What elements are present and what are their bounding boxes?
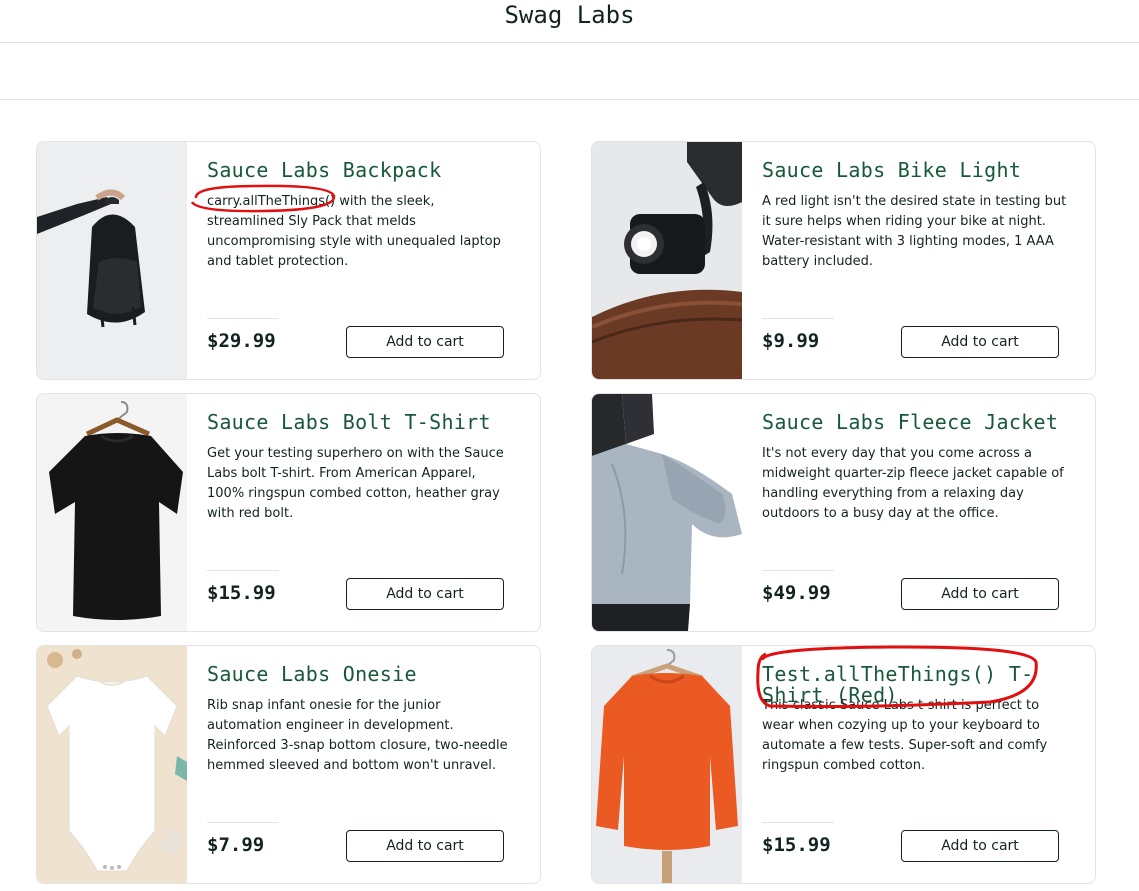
- product-name[interactable]: Sauce Labs Fleece Jacket: [762, 412, 1082, 433]
- add-to-cart-button[interactable]: Add to cart: [346, 326, 504, 358]
- product-name[interactable]: Sauce Labs Bike Light: [762, 160, 1082, 181]
- inventory-item: Test.allTheThings() T-Shirt (Red) This c…: [591, 645, 1096, 884]
- product-image-red-tshirt[interactable]: [592, 646, 742, 883]
- divider: [207, 318, 279, 319]
- divider: [207, 822, 279, 823]
- product-price: $7.99: [207, 834, 265, 856]
- product-description: Rib snap infant onesie for the junior au…: [207, 698, 508, 773]
- secondary-header: [0, 43, 1139, 100]
- inventory-item: Sauce Labs Onesie Rib snap infant onesie…: [36, 645, 541, 884]
- product-name[interactable]: Sauce Labs Backpack: [207, 160, 527, 181]
- add-to-cart-button[interactable]: Add to cart: [901, 326, 1059, 358]
- divider: [762, 570, 834, 571]
- add-to-cart-button[interactable]: Add to cart: [901, 578, 1059, 610]
- header: Swag Labs: [0, 0, 1139, 43]
- product-image-bike-light[interactable]: [592, 142, 742, 379]
- divider: [762, 822, 834, 823]
- red-tshirt-image: [592, 646, 742, 883]
- product-description: A red light isn't the desired state in t…: [762, 194, 1067, 269]
- product-price: $49.99: [762, 582, 831, 604]
- product-name[interactable]: Sauce Labs Onesie: [207, 664, 527, 685]
- product-price: $15.99: [762, 834, 831, 856]
- divider: [762, 318, 834, 319]
- app-title: Swag Labs: [504, 1, 635, 29]
- bolt-tshirt-image: [37, 394, 187, 631]
- product-price: $29.99: [207, 330, 276, 352]
- product-price: $15.99: [207, 582, 276, 604]
- product-image-backpack[interactable]: [37, 142, 187, 379]
- divider: [207, 570, 279, 571]
- product-image-bolt-tshirt[interactable]: [37, 394, 187, 631]
- bike-light-image: [592, 142, 742, 379]
- product-description: It's not every day that you come across …: [762, 446, 1064, 521]
- add-to-cart-button[interactable]: Add to cart: [901, 830, 1059, 862]
- inventory-item: Sauce Labs Bolt T-Shirt Get your testing…: [36, 393, 541, 632]
- product-image-fleece-jacket[interactable]: [592, 394, 742, 631]
- fleece-jacket-image: [592, 394, 742, 631]
- product-description: This classic Sauce Labs t-shirt is perfe…: [762, 698, 1048, 773]
- inventory-item: Sauce Labs Fleece Jacket It's not every …: [591, 393, 1096, 632]
- onesie-image: [37, 646, 187, 883]
- add-to-cart-button[interactable]: Add to cart: [346, 578, 504, 610]
- product-price: $9.99: [762, 330, 820, 352]
- product-description: carry.allTheThings() with the sleek, str…: [207, 194, 501, 269]
- backpack-image: [37, 142, 187, 379]
- product-image-onesie[interactable]: [37, 646, 187, 883]
- add-to-cart-button[interactable]: Add to cart: [346, 830, 504, 862]
- inventory-item: Sauce Labs Bike Light A red light isn't …: [591, 141, 1096, 380]
- inventory-item: Sauce Labs Backpack carry.allTheThings()…: [36, 141, 541, 380]
- product-name[interactable]: Sauce Labs Bolt T-Shirt: [207, 412, 527, 433]
- product-description: Get your testing superhero on with the S…: [207, 446, 504, 521]
